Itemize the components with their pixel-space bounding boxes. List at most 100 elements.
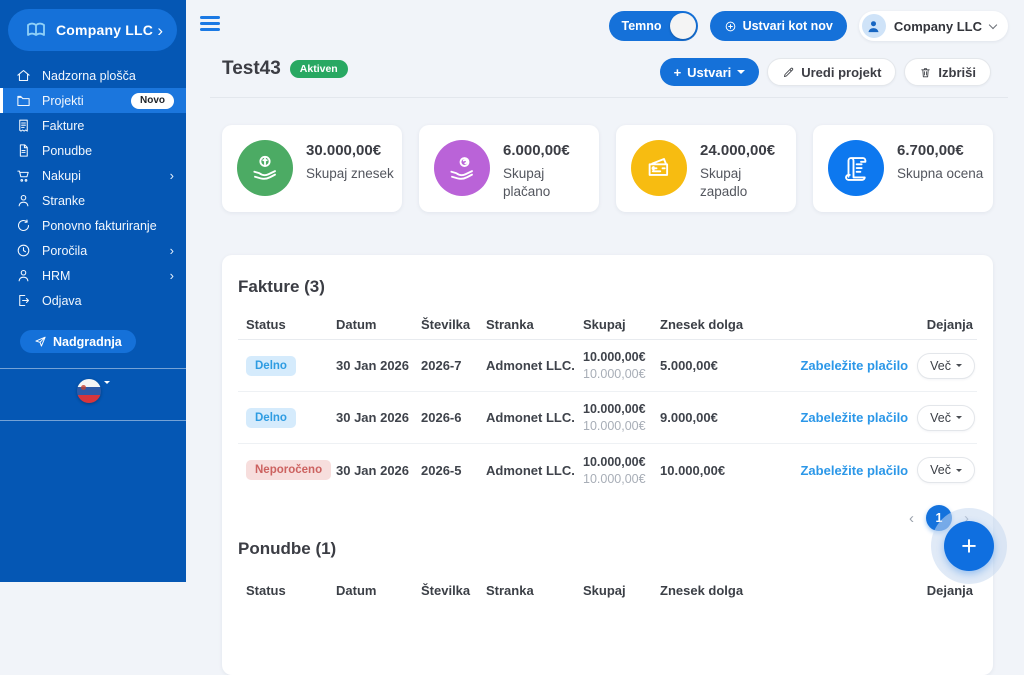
more-actions-button[interactable]: Več — [917, 405, 975, 431]
stat-icon — [250, 153, 280, 183]
delete-button[interactable]: Izbriši — [904, 58, 991, 86]
company-logo-text: Company LLC — [56, 22, 153, 38]
table-row: Delno 30 Jan 2026 2026-7 Admonet LLC. 10… — [238, 340, 977, 392]
sidebar-item-icon — [16, 293, 31, 308]
sidebar-item[interactable]: Poročila › — [0, 238, 186, 263]
status-badge: Delno — [246, 408, 296, 428]
stat-icon-circle — [434, 140, 490, 196]
record-payment-link[interactable]: Zabeležite plačilo — [800, 410, 908, 425]
stat-icon-circle — [631, 140, 687, 196]
status-badge: Delno — [246, 356, 296, 376]
stat-card: 24.000,00€ Skupaj zapadlo — [616, 125, 796, 212]
record-payment-link[interactable]: Zabeležite plačilo — [800, 358, 908, 373]
sidebar-item[interactable]: HRM › — [0, 263, 186, 288]
sidebar-item[interactable]: Stranke — [0, 188, 186, 213]
create-as-new-button[interactable]: Ustvari kot nov — [710, 11, 847, 41]
invoice-total: 10.000,00€ 10.000,00€ — [575, 350, 652, 381]
topbar-actions: Temno Ustvari kot nov Company LLC — [609, 11, 1008, 41]
invoice-number: 2026-7 — [413, 358, 478, 373]
table-row: Delno 30 Jan 2026 2026-6 Admonet LLC. 10… — [238, 392, 977, 444]
stat-icon — [644, 153, 674, 183]
edit-project-button[interactable]: Uredi projekt — [767, 58, 896, 86]
sidebar-item-icon — [16, 168, 31, 183]
toggle-knob — [670, 13, 696, 39]
sidebar-item-icon — [16, 143, 31, 158]
divider — [0, 420, 186, 421]
record-payment-link[interactable]: Zabeležite plačilo — [800, 463, 908, 478]
status-badge: Aktiven — [290, 60, 348, 78]
avatar — [862, 14, 886, 38]
invoice-number: 2026-6 — [413, 410, 478, 425]
invoice-date: 30 Jan 2026 — [328, 410, 413, 425]
fab-add-button[interactable]: + — [944, 521, 994, 571]
sidebar-item[interactable]: Nadzorna plošča — [0, 63, 186, 88]
chevron-down-icon — [989, 20, 997, 28]
sidebar-item-label: Projekti — [42, 94, 84, 108]
stat-cards: 30.000,00€ Skupaj znesek 6.000,00€ Skupa… — [222, 125, 993, 212]
sidebar-item-label: Stranke — [42, 194, 85, 208]
invoices-table-header: Status Datum Številka Stranka Skupaj Zne… — [238, 310, 977, 340]
sidebar-item[interactable]: Fakture — [0, 113, 186, 138]
sidebar-item[interactable]: Nakupi › — [0, 163, 186, 188]
sidebar-item-label: HRM — [42, 269, 70, 283]
sidebar-item-label: Ponovno fakturiranje — [42, 219, 157, 233]
stat-label: Skupaj plačano — [503, 165, 593, 200]
trash-icon — [919, 66, 932, 79]
dark-mode-toggle[interactable]: Temno — [609, 11, 698, 41]
chevron-right-icon: › — [157, 22, 163, 39]
upgrade-button[interactable]: Nadgradnja — [20, 330, 136, 353]
invoice-client: Admonet LLC. — [478, 410, 575, 425]
company-logo-button[interactable]: Company LLC › — [8, 9, 177, 51]
status-badge: Neporočeno — [246, 460, 331, 480]
invoice-due-amount: 10.000,00€ — [652, 463, 759, 478]
sidebar-item[interactable]: Odjava — [0, 288, 186, 313]
invoice-total: 10.000,00€ 10.000,00€ — [575, 455, 652, 486]
sidebar-item-icon — [16, 193, 31, 208]
chevron-right-icon: › — [170, 169, 174, 182]
sidebar-item-label: Fakture — [42, 119, 84, 133]
stat-amount: 6.700,00€ — [897, 142, 964, 159]
sidebar-item-icon — [16, 93, 31, 108]
sidebar-nav: Nadzorna plošča Projekti Novo Fakture — [0, 63, 186, 313]
caret-down-icon — [737, 70, 745, 78]
invoice-date: 30 Jan 2026 — [328, 463, 413, 478]
create-button[interactable]: + Ustvari — [660, 58, 760, 86]
sidebar-item-icon — [16, 218, 31, 233]
quotes-section-title: Ponudbe (1) — [238, 539, 977, 559]
stat-icon — [841, 153, 871, 183]
stat-card: 6.000,00€ Skupaj plačano — [419, 125, 599, 212]
invoices-table-body: Delno 30 Jan 2026 2026-7 Admonet LLC. 10… — [238, 340, 977, 496]
caret-down-icon — [956, 469, 962, 475]
send-icon — [34, 335, 47, 348]
account-menu[interactable]: Company LLC — [859, 11, 1008, 41]
company-logo-icon — [24, 18, 48, 42]
sidebar-item-icon — [16, 243, 31, 258]
project-detail-card: Fakture (3) Status Datum Številka Strank… — [222, 255, 993, 675]
sidebar-item[interactable]: Ponudbe — [0, 138, 186, 163]
more-actions-button[interactable]: Več — [917, 457, 975, 483]
sidebar-item-icon — [16, 268, 31, 283]
sidebar: Company LLC › Nadzorna plošča Projekti N… — [0, 0, 186, 582]
sidebar-item-label: Odjava — [42, 294, 82, 308]
more-actions-button[interactable]: Več — [917, 353, 975, 379]
sidebar-item[interactable]: Ponovno fakturiranje — [0, 213, 186, 238]
invoice-due-amount: 5.000,00€ — [652, 358, 759, 373]
divider — [0, 368, 186, 369]
invoice-number: 2026-5 — [413, 463, 478, 478]
invoices-section-title: Fakture (3) — [238, 277, 977, 297]
stat-label: Skupna ocena — [897, 165, 987, 183]
stat-amount: 6.000,00€ — [503, 142, 570, 159]
sidebar-item-label: Nakupi — [42, 169, 81, 183]
hamburger-menu-icon[interactable] — [200, 16, 220, 32]
caret-down-icon — [104, 381, 110, 387]
sidebar-item-label: Nadzorna plošča — [42, 69, 136, 83]
pagination-prev-button[interactable]: ‹ — [909, 510, 914, 527]
sidebar-item[interactable]: Projekti Novo — [0, 88, 186, 113]
sidebar-item-label: Poročila — [42, 244, 87, 258]
person-icon — [866, 19, 881, 34]
stat-icon-circle — [237, 140, 293, 196]
language-selector[interactable] — [0, 379, 186, 403]
new-badge: Novo — [131, 93, 174, 109]
pencil-icon — [782, 66, 795, 79]
sidebar-item-icon — [16, 68, 31, 83]
